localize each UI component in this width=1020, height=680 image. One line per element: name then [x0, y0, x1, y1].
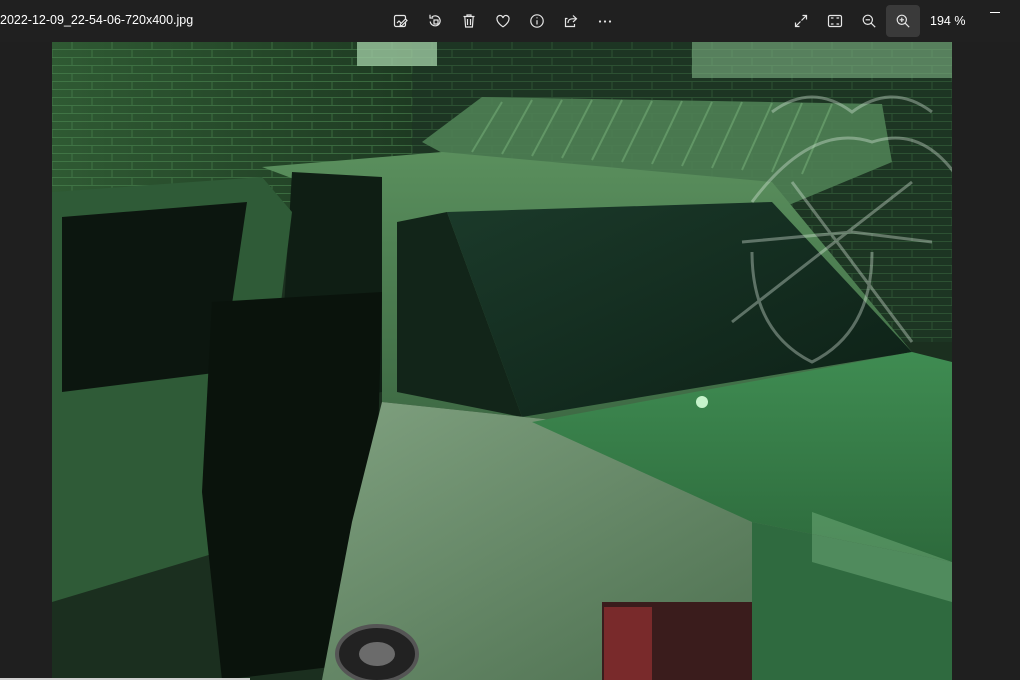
more-options-button[interactable] [588, 9, 622, 33]
favorite-button[interactable] [486, 9, 520, 33]
edit-image-icon [393, 14, 408, 28]
minimize-button[interactable] [986, 2, 1004, 16]
zoom-out-button[interactable] [852, 5, 886, 37]
car-photo-illustration [52, 42, 952, 680]
photo-viewer-window: 2022-12-09_22-54-06-720x400.jpg 194 % [0, 0, 1020, 680]
zoom-out-icon [862, 14, 876, 28]
file-info-button[interactable] [520, 9, 554, 33]
fit-icon [827, 14, 843, 28]
expand-icon [794, 14, 808, 28]
share-button[interactable] [554, 9, 588, 33]
heart-icon [496, 14, 510, 28]
top-bar: 2022-12-09_22-54-06-720x400.jpg 194 % [0, 0, 1020, 42]
zoom-level: 194 % [930, 14, 966, 28]
info-icon [530, 14, 544, 28]
fit-to-window-button[interactable] [818, 5, 852, 37]
view-tools: 194 % [784, 5, 965, 37]
share-icon [564, 15, 578, 28]
delete-button[interactable] [452, 9, 486, 33]
rotate-icon [429, 14, 441, 27]
image-toolbar [384, 9, 622, 33]
fullscreen-button[interactable] [784, 5, 818, 37]
zoom-in-icon [896, 14, 910, 28]
rotate-button[interactable] [418, 9, 452, 33]
more-icon [598, 20, 612, 23]
displayed-photo[interactable] [52, 42, 952, 680]
edit-image-button[interactable] [384, 9, 418, 33]
zoom-in-button[interactable] [886, 5, 920, 37]
trash-icon [463, 14, 475, 28]
file-name: 2022-12-09_22-54-06-720x400.jpg [0, 13, 194, 27]
